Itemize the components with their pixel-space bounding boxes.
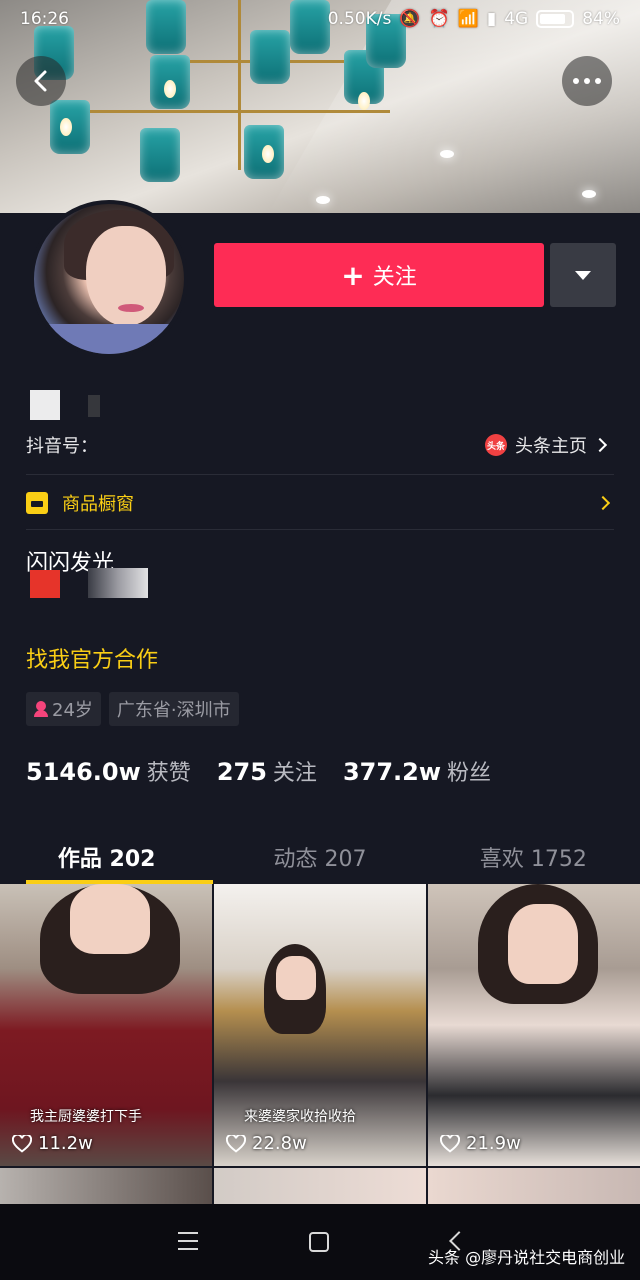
system-nav-bar xyxy=(0,1204,640,1280)
tab-moments[interactable]: 动态 207 xyxy=(213,830,426,884)
video-thumbnail[interactable] xyxy=(0,1168,212,1204)
triangle-down-icon xyxy=(575,270,591,280)
likes-stat[interactable]: 5146.0w 获赞 xyxy=(26,755,191,787)
profile-tabs: 作品 202 动态 207 喜欢 1752 xyxy=(0,830,640,884)
video-caption: 我主厨婆婆打下手 xyxy=(30,1109,142,1125)
username-redacted-2 xyxy=(88,395,100,417)
username-redacted xyxy=(30,390,60,420)
divider xyxy=(26,474,614,475)
menu-icon[interactable] xyxy=(178,1232,198,1250)
tab-works[interactable]: 作品 202 xyxy=(0,830,214,884)
avatar[interactable] xyxy=(30,200,188,358)
status-time: 16:26 xyxy=(20,9,69,29)
more-icon xyxy=(573,78,601,84)
shop-label: 商品橱窗 xyxy=(62,494,134,515)
video-thumbnail[interactable]: 21.9w xyxy=(428,884,640,1166)
follow-button[interactable]: + 关注 xyxy=(214,243,544,307)
toutiao-label: 头条主页 xyxy=(515,436,587,457)
product-showcase-link[interactable]: 商品橱窗 xyxy=(26,490,614,516)
age-tag: 24岁 xyxy=(26,692,101,726)
plus-icon: + xyxy=(341,258,365,292)
signal-icon: ▮ xyxy=(486,9,497,29)
video-likes: 11.2w xyxy=(12,1133,93,1154)
profile-tags: 24岁 广东省·深圳市 xyxy=(26,692,239,726)
video-thumbnail[interactable]: 来婆婆家收拾收拾 22.8w xyxy=(214,884,426,1166)
video-thumbnail[interactable] xyxy=(214,1168,426,1204)
video-thumbnail[interactable] xyxy=(428,1168,640,1204)
following-stat[interactable]: 275 关注 xyxy=(217,755,317,787)
profile-stats: 5146.0w 获赞 275 关注 377.2w 粉丝 xyxy=(26,755,491,787)
follow-label: 关注 xyxy=(372,265,417,290)
wifi-icon: 📶 xyxy=(457,9,479,29)
home-icon[interactable] xyxy=(309,1232,329,1252)
chevron-right-icon xyxy=(592,437,608,453)
video-likes: 21.9w xyxy=(440,1133,521,1154)
battery-icon xyxy=(536,10,575,28)
heart-icon xyxy=(440,1134,460,1153)
status-bar: 16:26 0.50K/s 🔕 ⏰ 📶 ▮ 4G 84% xyxy=(0,0,640,38)
redacted-block xyxy=(88,568,148,598)
heart-icon xyxy=(226,1134,246,1153)
female-icon xyxy=(34,701,48,717)
video-thumbnail[interactable]: 我主厨婆婆打下手 11.2w xyxy=(0,884,212,1166)
chevron-right-icon xyxy=(595,495,611,511)
recommend-dropdown-button[interactable] xyxy=(550,243,616,307)
video-caption: 来婆婆家收拾收拾 xyxy=(244,1109,356,1125)
redacted-block xyxy=(30,570,60,598)
divider xyxy=(26,529,614,530)
battery-percent: 84% xyxy=(582,9,620,29)
official-cooperation-link[interactable]: 找我官方合作 xyxy=(26,642,158,674)
watermark: 头条 @廖丹说社交电商创业 xyxy=(428,1248,626,1267)
tab-likes[interactable]: 喜欢 1752 xyxy=(427,830,640,884)
back-arrow-icon xyxy=(34,70,47,92)
video-grid: 我主厨婆婆打下手 11.2w 来婆婆家收拾收拾 22.8w 21.9w xyxy=(0,884,640,1204)
douyin-id: 抖音号： xyxy=(26,436,98,457)
back-button[interactable] xyxy=(16,56,66,106)
video-likes: 22.8w xyxy=(226,1133,307,1154)
heart-icon xyxy=(12,1134,32,1153)
location-tag: 广东省·深圳市 xyxy=(108,692,239,726)
more-options-button[interactable] xyxy=(562,56,612,106)
network-type: 4G xyxy=(504,9,529,29)
toutiao-logo-icon: 头条 xyxy=(485,434,507,456)
toutiao-homepage-link[interactable]: 头条 头条主页 xyxy=(485,432,608,458)
alarm-icon: ⏰ xyxy=(428,9,450,29)
followers-stat[interactable]: 377.2w 粉丝 xyxy=(343,755,491,787)
shop-icon xyxy=(26,492,48,514)
mute-icon: 🔕 xyxy=(399,9,421,29)
network-speed: 0.50K/s xyxy=(327,9,392,29)
